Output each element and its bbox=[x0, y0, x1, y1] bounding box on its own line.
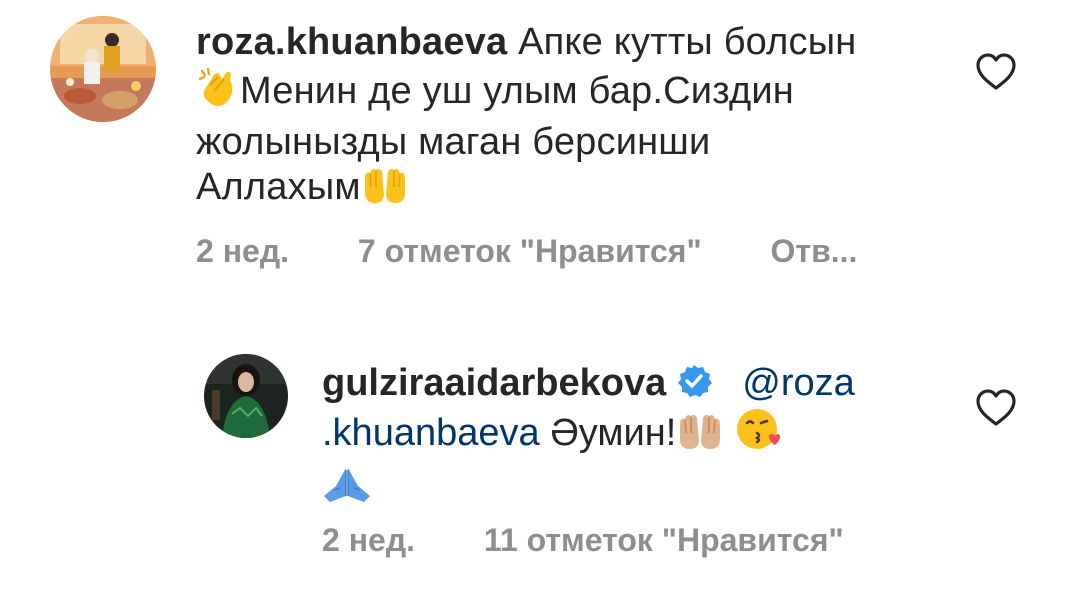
comments-screen: roza.khuanbaeva Апке кутты болсын Менин … bbox=[0, 0, 1080, 603]
comment-time: 2 нед. bbox=[196, 233, 290, 269]
reply-body: gulziraaidarbekova @roza .khuanbaeva Әум… bbox=[322, 360, 942, 516]
comment-body: roza.khuanbaeva Апке кутты болсын Менин … bbox=[196, 20, 916, 216]
comment-text: Менин де уш улым бар.Сиздин bbox=[240, 70, 794, 112]
reply-meta: 2 нед. 11 отметок "Нравится" bbox=[322, 522, 844, 559]
mention-link[interactable]: .khuanbaeva bbox=[322, 412, 540, 454]
reply-time: 2 нед. bbox=[322, 522, 416, 558]
comment-text: Апке кутты болсын bbox=[518, 21, 857, 63]
avatar-photo bbox=[50, 16, 156, 122]
avatar[interactable] bbox=[50, 16, 156, 122]
verified-badge-icon bbox=[676, 363, 713, 399]
reply-likes[interactable]: 11 отметок "Нравится" bbox=[484, 522, 844, 559]
comment-text: жолынызды маган берсинши bbox=[196, 121, 711, 163]
like-heart-icon[interactable] bbox=[974, 388, 1018, 428]
reply-text: Әумин! bbox=[550, 412, 677, 454]
palms-up-emoji bbox=[361, 165, 409, 216]
comment-username[interactable]: roza.khuanbaeva bbox=[196, 21, 507, 63]
avatar[interactable] bbox=[204, 354, 288, 438]
like-heart-icon[interactable] bbox=[974, 52, 1018, 92]
comment-text: Аллахым bbox=[196, 166, 361, 208]
comment-meta: 2 нед. 7 отметок "Нравится" Отв... bbox=[196, 233, 857, 270]
comment-likes[interactable]: 7 отметок "Нравится" bbox=[358, 233, 702, 270]
face-blowing-kiss-emoji bbox=[735, 407, 781, 463]
palms-up-emoji bbox=[676, 411, 724, 463]
clapping-hands-emoji bbox=[196, 65, 240, 120]
comment-roza: roza.khuanbaeva Апке кутты болсын Менин … bbox=[0, 0, 1080, 300]
reply-button[interactable]: Отв... bbox=[771, 233, 858, 270]
avatar-photo bbox=[204, 354, 288, 438]
reply-username[interactable]: gulziraaidarbekova bbox=[322, 362, 666, 404]
mention-link[interactable]: @roza bbox=[742, 362, 855, 404]
folded-hands-emoji bbox=[322, 466, 372, 516]
